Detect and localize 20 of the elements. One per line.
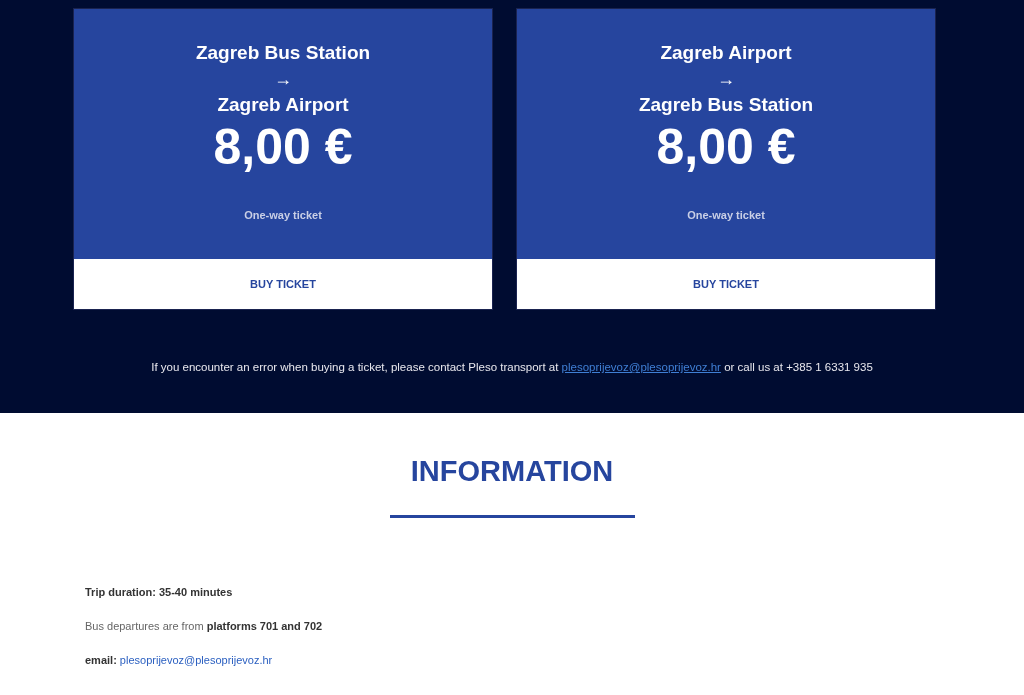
route-origin: Zagreb Airport (659, 41, 793, 65)
ticket-type: One-way ticket (243, 209, 323, 221)
ticket-price: 8,00 € (655, 119, 797, 175)
email-label: email: (85, 654, 117, 666)
ticket-price: 8,00 € (212, 119, 354, 175)
notice-text: If you encounter an error when buying a ticket, please contact Pleso transport at (151, 361, 559, 373)
route-destination: Zagreb Bus Station (637, 93, 815, 117)
buy-ticket-button[interactable]: BUY TICKET (74, 259, 492, 309)
departure-info-text: Bus departures are from platforms 701 and 702 (85, 619, 324, 634)
notice-text: or call us at +385 1 6331 935 (724, 361, 873, 373)
route-arrow: → (716, 68, 736, 91)
route-destination: Zagreb Airport (216, 93, 350, 117)
email-link[interactable]: plesoprijevoz@plesoprijevoz.hr (561, 361, 721, 373)
trip-duration-text: Trip duration: 35-40 minutes (85, 585, 234, 600)
ticket-type: One-way ticket (686, 209, 766, 221)
buy-ticket-button[interactable]: BUY TICKET (517, 259, 935, 309)
email-link[interactable]: plesoprijevoz@plesoprijevoz.hr (119, 654, 273, 666)
route-origin: Zagreb Bus Station (194, 41, 372, 65)
section-heading: INFORMATION (409, 454, 615, 489)
route-arrow: → (273, 68, 293, 91)
